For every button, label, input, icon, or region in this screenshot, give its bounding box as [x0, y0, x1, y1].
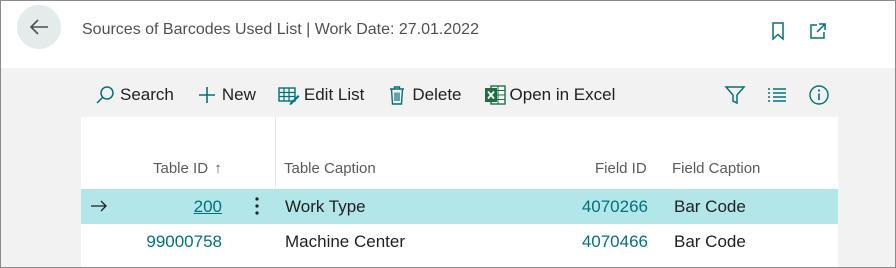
bookmark-icon[interactable]: [768, 21, 788, 41]
pop-out-icon[interactable]: [808, 21, 828, 41]
open-in-excel-label: Open in Excel: [509, 85, 616, 104]
info-button[interactable]: [807, 83, 831, 107]
new-button[interactable]: New: [196, 77, 256, 113]
data-grid: Table ID ↑ Table Caption Field ID Field …: [81, 117, 838, 267]
delete-button[interactable]: Delete: [386, 77, 462, 113]
column-header-table-caption[interactable]: Table Caption: [284, 160, 376, 177]
table-row[interactable]: 200 Work Type 4070266 Bar Code: [81, 189, 838, 224]
page-frame: Sources of Barcodes Used List | Work Dat…: [0, 0, 896, 268]
edit-list-label: Edit List: [303, 85, 365, 104]
edit-list-icon: [278, 84, 300, 106]
column-header-field-caption[interactable]: Field Caption: [672, 160, 760, 177]
field-id-cell[interactable]: 4070466: [561, 232, 648, 252]
table-caption-cell: Machine Center: [285, 232, 406, 251]
row-actions-ellipsis-icon[interactable]: [254, 196, 260, 216]
excel-icon: [484, 84, 506, 106]
open-in-excel-button[interactable]: Open in Excel: [484, 77, 616, 113]
page-title: Sources of Barcodes Used List | Work Dat…: [82, 21, 479, 38]
column-divider: [275, 117, 276, 187]
plus-icon: [196, 84, 218, 106]
back-button[interactable]: [17, 5, 61, 49]
filter-icon: [724, 86, 746, 105]
column-header-label: Table ID: [153, 160, 209, 177]
column-header-field-id[interactable]: Field ID: [595, 160, 647, 177]
current-row-arrow-icon: [91, 200, 107, 212]
field-caption-cell: Bar Code: [674, 197, 746, 216]
info-icon: [809, 85, 829, 105]
table-row[interactable]: 99000758 Machine Center 4070466 Bar Code: [81, 224, 838, 259]
field-caption-cell: Bar Code: [674, 232, 746, 251]
table-id-cell[interactable]: 99000758: [121, 232, 222, 252]
search-icon: [94, 84, 116, 106]
list-view-icon: [768, 88, 786, 102]
table-id-cell[interactable]: 200: [141, 197, 222, 217]
search-label: Search: [120, 85, 174, 104]
action-bar-right: [723, 83, 849, 107]
sort-ascending-icon: ↑: [214, 160, 222, 177]
delete-label: Delete: [412, 85, 462, 104]
field-id-cell[interactable]: 4070266: [561, 197, 648, 217]
column-header-table-id[interactable]: Table ID ↑: [153, 160, 222, 177]
list-view-button[interactable]: [765, 83, 789, 107]
new-label: New: [221, 85, 256, 104]
arrow-left-icon: [29, 19, 48, 35]
search-button[interactable]: Search: [94, 77, 174, 113]
filter-button[interactable]: [723, 83, 747, 107]
table-caption-cell: Work Type: [285, 197, 366, 216]
edit-list-button[interactable]: Edit List: [278, 77, 364, 113]
page-header: Sources of Barcodes Used List | Work Dat…: [1, 1, 895, 68]
trash-icon: [386, 84, 408, 106]
